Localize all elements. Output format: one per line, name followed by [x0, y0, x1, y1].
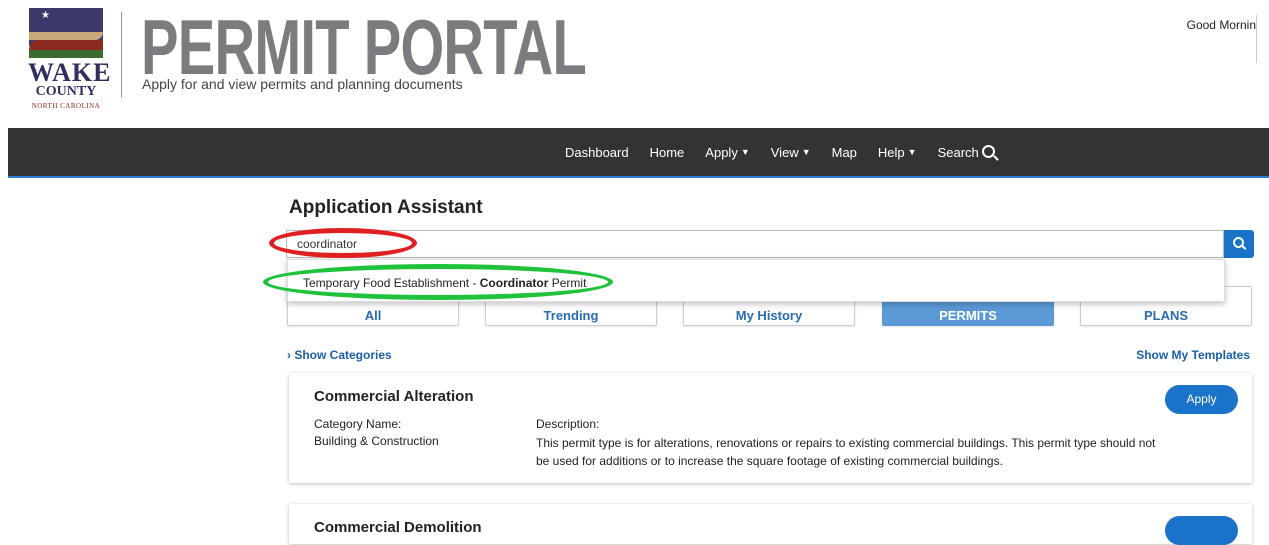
nav-map[interactable]: Map [832, 145, 857, 160]
logo-stripe [29, 32, 103, 40]
permit-card: Commercial Demolition [289, 504, 1252, 545]
caret-down-icon: ▼ [801, 147, 811, 157]
logo-stripe [29, 50, 103, 58]
apply-button[interactable] [1165, 516, 1238, 545]
star-icon: ★ [41, 10, 50, 21]
logo-text-state: NORTH CAROLINA [31, 102, 101, 110]
permit-title: Commercial Demolition [314, 519, 482, 536]
nav-dashboard[interactable]: Dashboard [565, 145, 629, 160]
nav-view[interactable]: View ▼ [771, 145, 811, 160]
annotation-red-ellipse [269, 228, 417, 258]
permit-card: Commercial Alteration Apply Category Nam… [289, 373, 1252, 483]
permit-title: Commercial Alteration [314, 388, 474, 405]
category-value: Building & Construction [314, 434, 439, 448]
main-nav: Dashboard Home Apply ▼ View ▼ Map Help ▼ Se… [8, 128, 1269, 178]
nav-help[interactable]: Help ▼ [878, 145, 917, 160]
logo-text-county: COUNTY [35, 84, 97, 99]
page-title: Application Assistant [289, 197, 483, 218]
wake-county-logo[interactable]: ★ WAKE COUNTY NORTH CAROLINA [28, 8, 110, 120]
brand-tagline: Apply for and view permits and planning … [142, 76, 463, 92]
show-templates-link[interactable]: Show My Templates [1136, 348, 1250, 362]
description-label: Description: [536, 417, 600, 431]
description-value: This permit type is for alterations, ren… [536, 436, 1156, 468]
greeting-text: Good Mornin [1186, 18, 1256, 32]
search-input[interactable]: coordinator [286, 230, 1224, 258]
show-categories-link[interactable]: › Show Categories [287, 348, 392, 362]
header-divider [121, 12, 122, 98]
nav-home[interactable]: Home [650, 145, 685, 160]
search-icon [981, 144, 995, 158]
logo-stripe [29, 40, 103, 50]
apply-button[interactable]: Apply [1165, 385, 1238, 414]
caret-down-icon: ▼ [740, 147, 750, 157]
search-button[interactable] [1224, 230, 1254, 258]
search-icon [1233, 237, 1244, 248]
category-label: Category Name: [314, 417, 402, 431]
nav-apply[interactable]: Apply ▼ [705, 145, 749, 160]
greeting-divider [1256, 15, 1257, 63]
caret-down-icon: ▼ [907, 147, 917, 157]
nav-search[interactable]: Search [938, 144, 995, 160]
annotation-green-ellipse [263, 264, 613, 300]
